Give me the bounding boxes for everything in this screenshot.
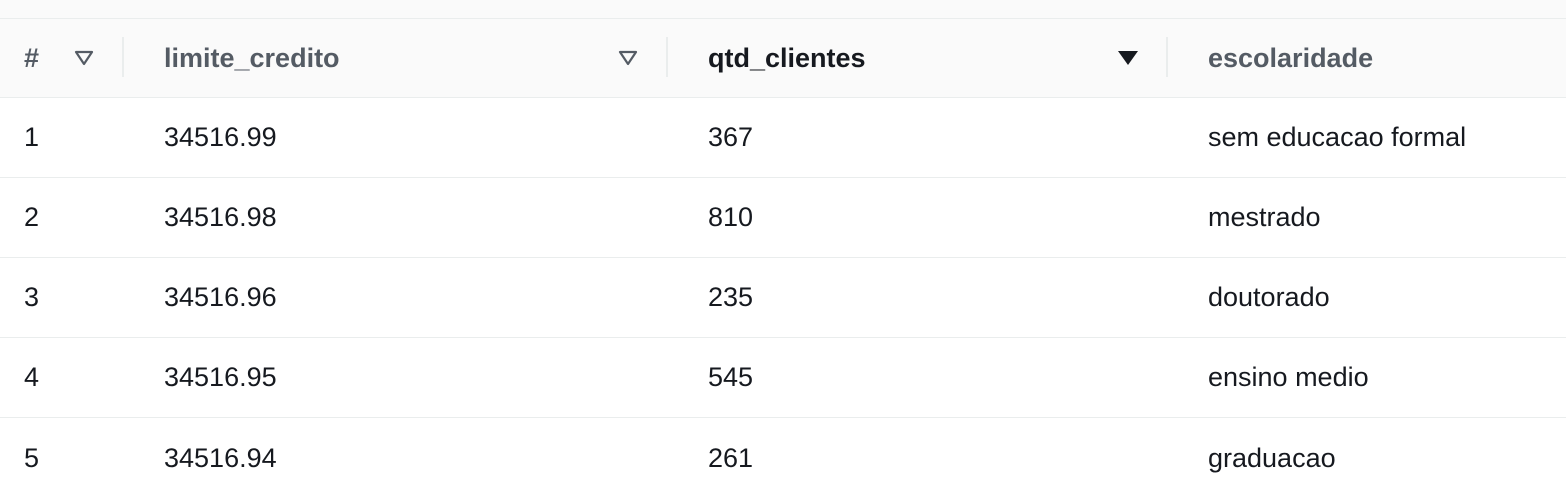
table-row: 5 34516.94 261 graduacao	[0, 418, 1566, 492]
row-index: 4	[24, 362, 40, 392]
cell-limite-credito: 34516.95	[164, 362, 277, 392]
column-header-qtd-clientes-label: qtd_clientes	[708, 42, 866, 73]
cell-escolaridade: ensino medio	[1208, 362, 1369, 392]
cell-escolaridade: sem educacao formal	[1208, 122, 1467, 152]
cell-escolaridade: mestrado	[1208, 202, 1321, 232]
table-header-row: # limite_credito qtd_clientes escolarida…	[0, 19, 1566, 98]
row-index: 2	[24, 202, 40, 232]
column-header-escolaridade-label: escolaridade	[1208, 42, 1374, 73]
cell-qtd-clientes: 261	[708, 442, 754, 473]
cell-limite-credito: 34516.96	[164, 282, 277, 312]
table-top-strip	[0, 0, 1566, 19]
column-header-escolaridade[interactable]: escolaridade	[1208, 19, 1373, 97]
column-header-limite-credito[interactable]: limite_credito	[164, 19, 340, 97]
cell-qtd-clientes: 235	[708, 282, 754, 312]
sort-qtd-clientes-icon[interactable]	[1116, 19, 1140, 97]
column-resizer-index[interactable]	[122, 37, 124, 77]
cell-limite-credito: 34516.99	[164, 122, 277, 152]
cell-limite-credito: 34516.98	[164, 202, 277, 232]
sort-outline-triangle-icon	[618, 50, 638, 66]
sort-limite-credito-icon[interactable]	[616, 19, 640, 97]
cell-limite-credito: 34516.94	[164, 442, 277, 473]
column-resizer-qtd-clientes[interactable]	[1166, 37, 1168, 77]
cell-qtd-clientes: 367	[708, 122, 754, 152]
cell-escolaridade: doutorado	[1208, 282, 1330, 312]
column-header-qtd-clientes[interactable]: qtd_clientes	[708, 19, 866, 97]
column-resizer-limite-credito[interactable]	[666, 37, 668, 77]
sort-filled-triangle-down-icon	[1118, 51, 1138, 65]
table-row: 4 34516.95 545 ensino medio	[0, 338, 1566, 418]
row-index: 1	[24, 122, 40, 152]
column-header-index: #	[24, 19, 39, 97]
cell-qtd-clientes: 810	[708, 202, 754, 232]
sort-outline-triangle-icon	[74, 50, 94, 66]
cell-qtd-clientes: 545	[708, 362, 754, 392]
cell-escolaridade: graduacao	[1208, 442, 1336, 473]
row-index: 5	[24, 442, 40, 473]
column-header-limite-credito-label: limite_credito	[164, 42, 340, 73]
table-row: 1 34516.99 367 sem educacao formal	[0, 98, 1566, 178]
column-header-index-label: #	[24, 42, 40, 73]
sort-index-icon[interactable]	[72, 19, 96, 97]
table-row: 2 34516.98 810 mestrado	[0, 178, 1566, 258]
row-index: 3	[24, 282, 40, 312]
results-table: # limite_credito qtd_clientes escolarida…	[0, 0, 1566, 492]
table-row: 3 34516.96 235 doutorado	[0, 258, 1566, 338]
